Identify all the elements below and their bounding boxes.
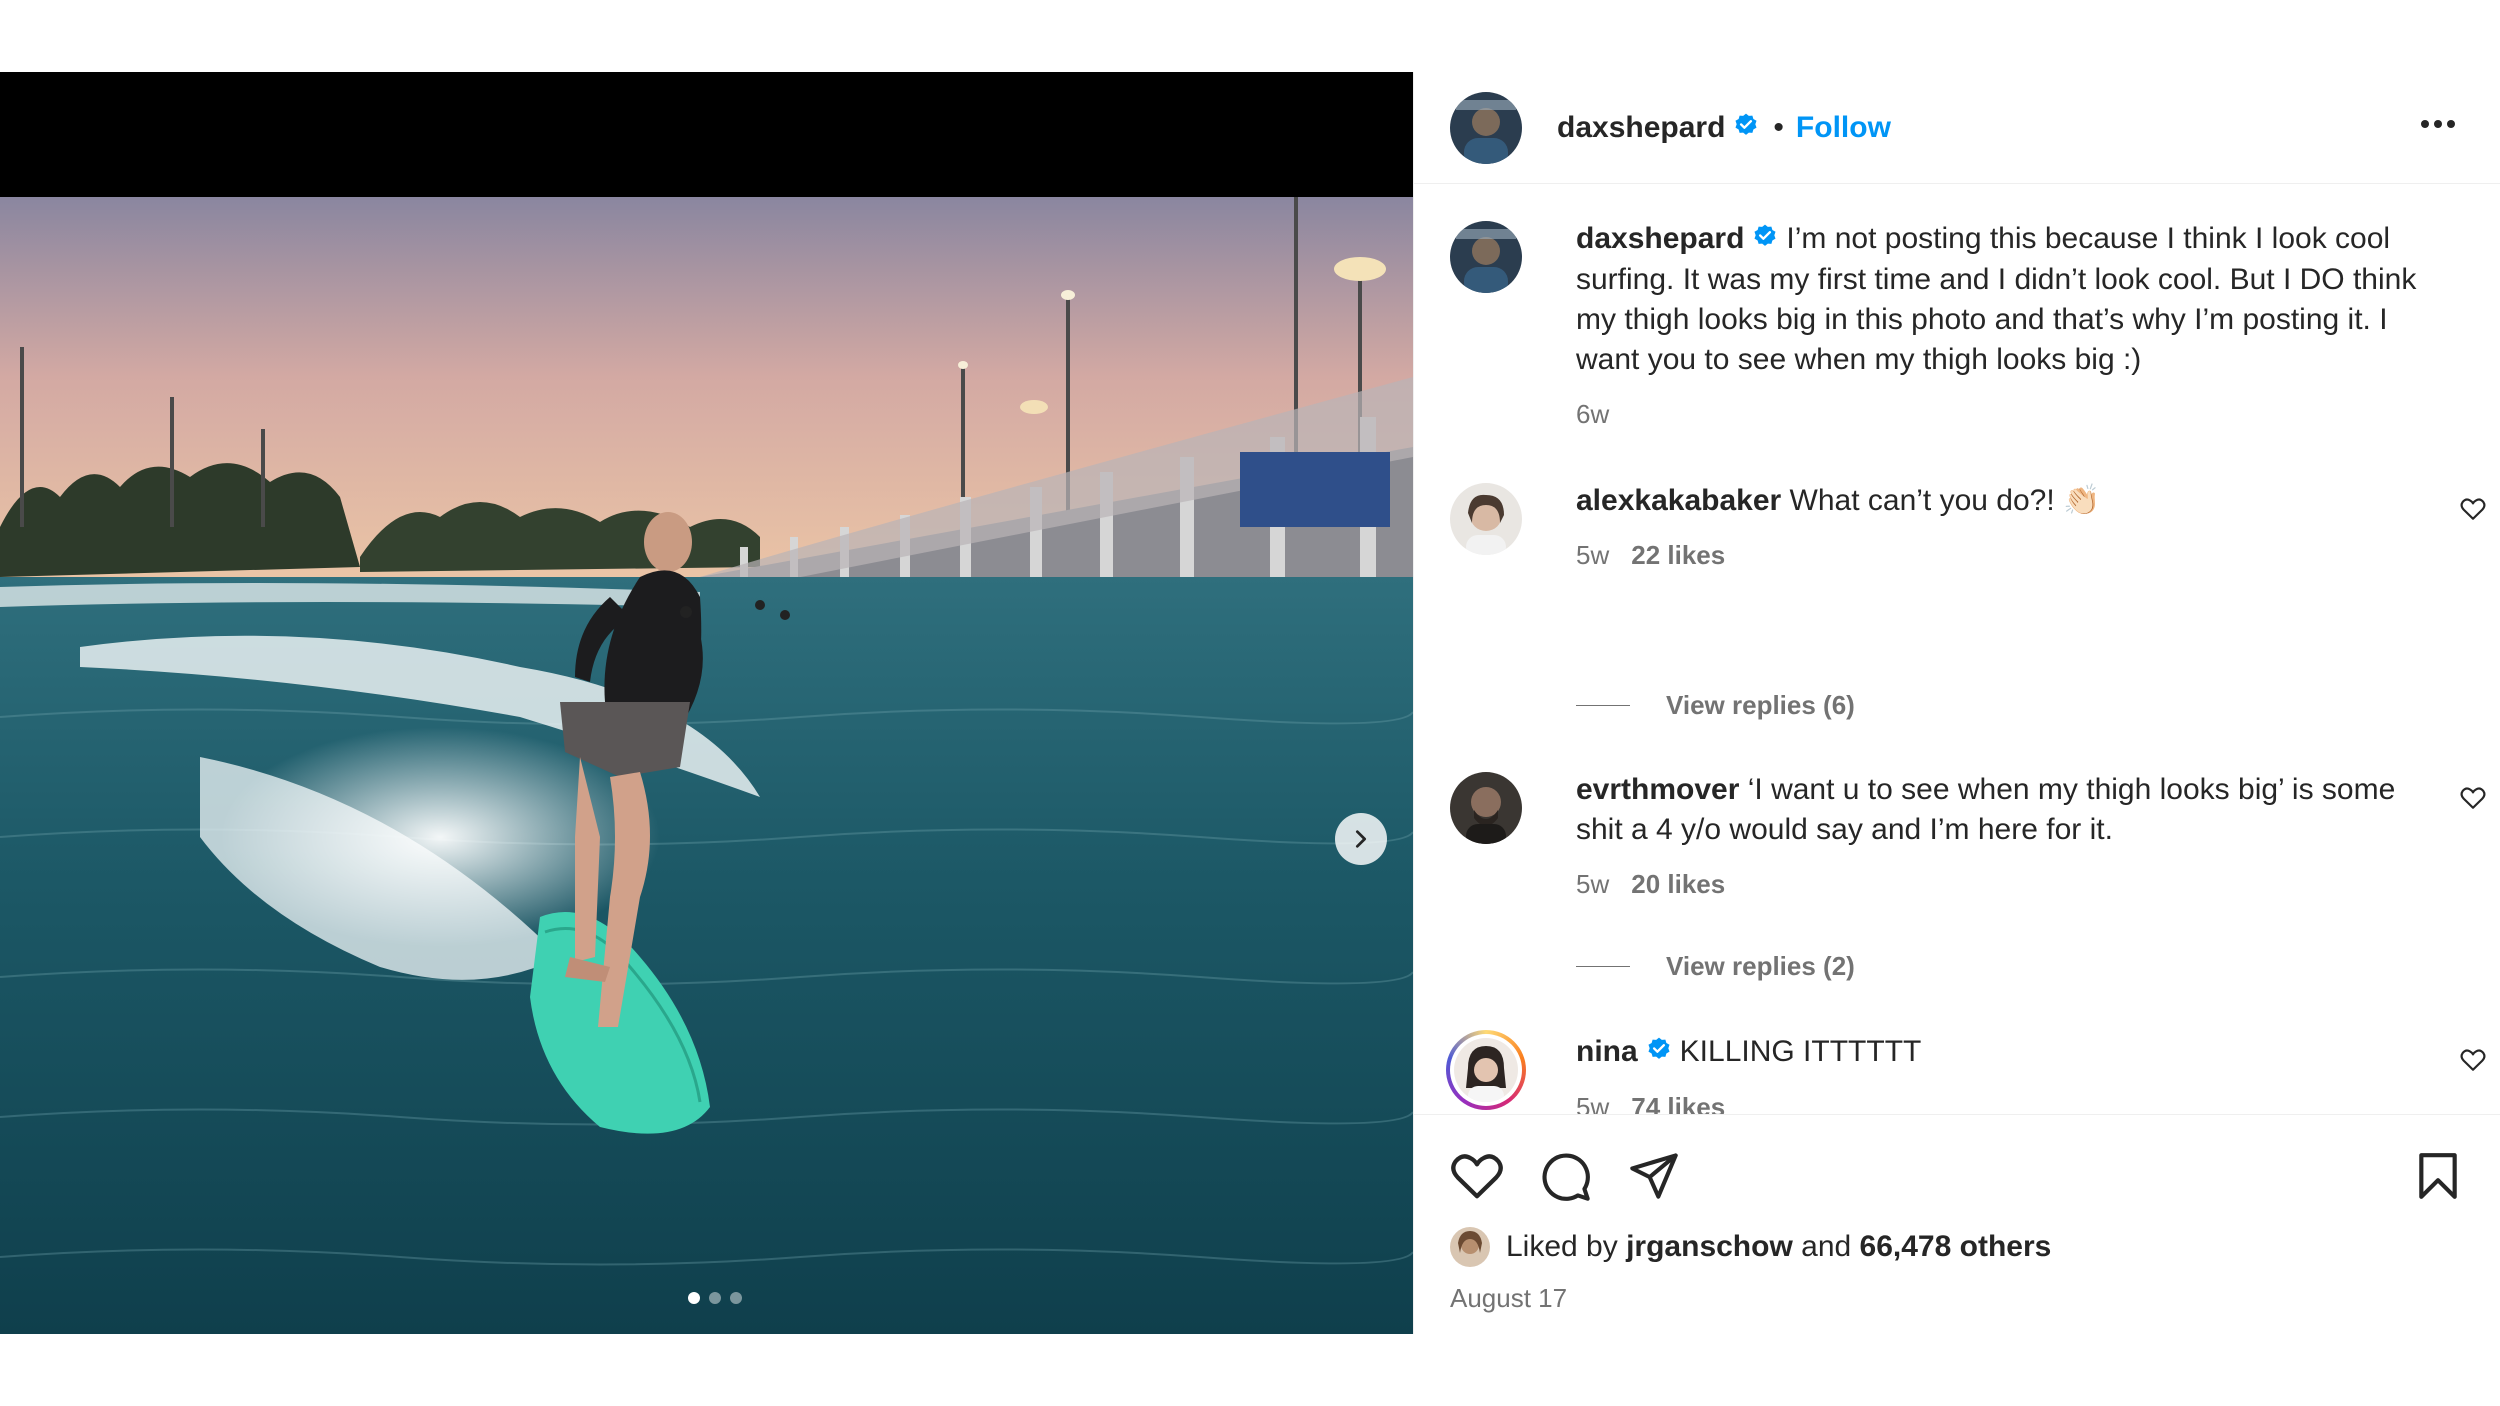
liked-by-and: and: [1801, 1230, 1852, 1263]
author-username[interactable]: daxshepard: [1557, 111, 1725, 145]
comment-text: What can’t you do?! 👏🏻: [1789, 484, 2101, 517]
comment-bubble-icon[interactable]: [1540, 1151, 1592, 1208]
author-avatar[interactable]: [1450, 91, 1522, 164]
comment-age: 5w: [1576, 869, 1610, 899]
verified-badge-icon: [1733, 112, 1759, 143]
verified-badge-icon: [1646, 1033, 1672, 1073]
comment-age: 5w: [1576, 540, 1610, 570]
caption-age: 6w: [1576, 399, 1610, 430]
comment-username[interactable]: alexkakabaker: [1576, 484, 1781, 517]
comment-heart-icon[interactable]: [2460, 497, 2486, 526]
comment-likes[interactable]: 22 likes: [1631, 540, 1725, 570]
view-replies-button[interactable]: View replies (2): [1576, 951, 1855, 982]
surf-photo: [0, 197, 1413, 1334]
commenter-avatar: [1454, 1038, 1518, 1102]
comment-text: KILLING ITTTTTT: [1679, 1035, 1922, 1068]
paper-plane-icon[interactable]: [1628, 1151, 1680, 1208]
comments-section[interactable]: daxshepard I’m not posting this because I…: [1414, 185, 2500, 1185]
liked-by: Liked by jrganschow and 66,478 others: [1450, 1227, 2051, 1267]
follow-button[interactable]: Follow: [1796, 111, 1891, 145]
comment-heart-icon[interactable]: [2460, 1048, 2486, 1077]
carousel-dot: [729, 1292, 742, 1304]
view-replies-button[interactable]: View replies (6): [1576, 690, 1855, 721]
more-options-icon[interactable]: [2420, 116, 2456, 134]
author-avatar[interactable]: [1450, 221, 1522, 293]
carousel-dot: [687, 1292, 700, 1304]
comment-heart-icon[interactable]: [2460, 786, 2486, 815]
replies-divider: [1576, 966, 1630, 967]
commenter-avatar[interactable]: [1450, 772, 1522, 844]
carousel-dot: [708, 1292, 721, 1304]
chevron-right-icon: [1355, 830, 1367, 848]
post-media[interactable]: [0, 72, 1413, 1334]
commenter-avatar-story-ring[interactable]: [1446, 1030, 1526, 1110]
post-actions-area: Liked by jrganschow and 66,478 others Au…: [1414, 1114, 2500, 1334]
action-bar: [1450, 1151, 1680, 1208]
bookmark-icon[interactable]: [2416, 1151, 2460, 1206]
post-date[interactable]: August 17: [1450, 1283, 1567, 1314]
heart-icon[interactable]: [1450, 1151, 1504, 1208]
comment-username[interactable]: evrthmover: [1576, 773, 1739, 806]
post-header: daxshepard • Follow: [1414, 72, 2500, 184]
header-separator: •: [1773, 110, 1784, 144]
liked-by-avatar[interactable]: [1450, 1227, 1490, 1267]
comment-username[interactable]: nina: [1576, 1035, 1638, 1068]
liked-by-prefix: Liked by: [1506, 1230, 1618, 1263]
carousel-indicators: [0, 1292, 1413, 1304]
view-replies-label: View replies (6): [1666, 690, 1855, 720]
likes-count[interactable]: 66,478 others: [1860, 1230, 2052, 1264]
commenter-avatar[interactable]: [1450, 483, 1522, 555]
carousel-next-button[interactable]: [1335, 813, 1387, 865]
instagram-post: daxshepard • Follow daxshepard I’m not po…: [0, 72, 2500, 1334]
verified-badge-icon: [1752, 220, 1778, 260]
comment-likes[interactable]: 20 likes: [1631, 869, 1725, 899]
caption-username[interactable]: daxshepard: [1576, 222, 1744, 255]
post-side-panel: daxshepard • Follow daxshepard I’m not po…: [1413, 72, 2500, 1334]
view-replies-label: View replies (2): [1666, 951, 1855, 981]
replies-divider: [1576, 705, 1630, 706]
liked-by-user[interactable]: jrganschow: [1626, 1230, 1793, 1264]
